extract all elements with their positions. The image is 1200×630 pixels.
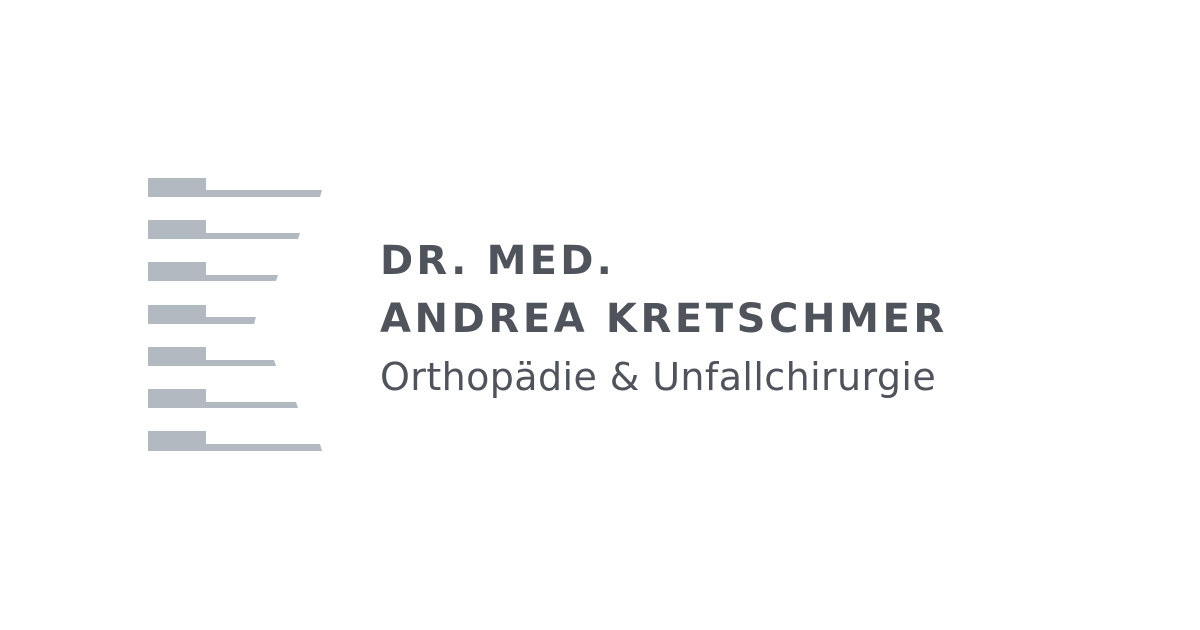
practice-logo: DR. MED. ANDREA KRETSCHMER Orthopädie & … — [0, 0, 1200, 630]
spine-vertebrae-icon — [148, 178, 322, 451]
vertebra-bar — [148, 347, 276, 366]
title-line-name: ANDREA KRETSCHMER — [380, 296, 948, 342]
vertebra-bar — [148, 220, 300, 239]
vertebra-bar — [148, 262, 278, 281]
specialty-subtitle: Orthopädie & Unfallchirurgie — [380, 355, 937, 399]
logo-wordmark: DR. MED. ANDREA KRETSCHMER Orthopädie & … — [380, 232, 1160, 406]
vertebra-bar — [148, 305, 256, 324]
vertebra-bar — [148, 431, 322, 451]
vertebra-bar — [148, 389, 298, 408]
vertebra-bar — [148, 178, 322, 197]
title-line-degree: DR. MED. — [380, 238, 615, 284]
